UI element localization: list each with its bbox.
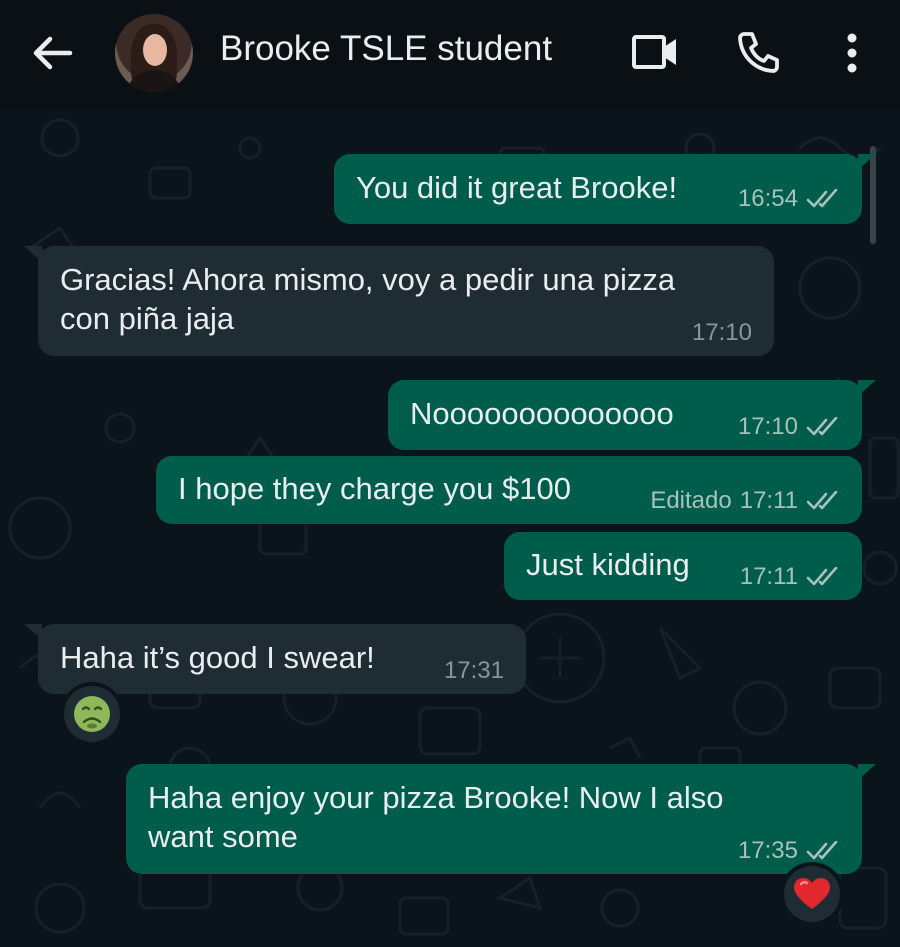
message-text: Haha enjoy your pizza Brooke! Now I also… [148, 780, 724, 854]
message-time: 17:11 [739, 487, 798, 514]
nauseated-face-icon [74, 696, 110, 732]
message-text: I hope they charge you $100 [178, 471, 571, 506]
chat-area[interactable]: You did it great Brooke! 16:54 Gracias! … [0, 108, 900, 947]
contact-name[interactable]: Brooke TSLE student [220, 29, 552, 69]
message-outgoing[interactable]: Haha enjoy your pizza Brooke! Now I also… [126, 764, 876, 874]
message-meta: 17:31 [444, 651, 504, 690]
message-time: 17:31 [443, 657, 504, 684]
red-heart-icon [794, 878, 830, 909]
avatar[interactable] [115, 14, 193, 92]
message-meta: Editado 17:11 [650, 481, 840, 520]
double-check-icon [806, 566, 838, 585]
reaction-badge[interactable] [784, 866, 840, 922]
message-incoming[interactable]: Gracias! Ahora mismo, voy a pedir una pi… [24, 246, 774, 356]
message-time: 17:35 [737, 837, 798, 864]
double-check-icon [806, 840, 838, 859]
message-text: You did it great Brooke! [356, 170, 678, 205]
message-text: Gracias! Ahora mismo, voy a pedir una pi… [60, 262, 676, 336]
message-meta: 17:10 [738, 407, 840, 446]
message-time: 17:11 [739, 563, 798, 590]
edited-label: Editado [650, 487, 732, 514]
double-check-icon [806, 188, 838, 207]
double-check-icon [806, 490, 838, 509]
message-incoming[interactable]: Haha it’s good I swear! 17:31 [24, 624, 526, 694]
chat-header: Brooke TSLE student [0, 0, 900, 108]
phone-icon[interactable] [736, 30, 780, 74]
message-time: 17:10 [737, 413, 798, 440]
video-call-icon[interactable] [632, 34, 678, 70]
message-outgoing[interactable]: I hope they charge you $100 Editado 17:1… [156, 456, 862, 524]
message-time: 17:10 [691, 319, 752, 346]
message-meta: 16:54 [738, 179, 840, 218]
message-outgoing[interactable]: You did it great Brooke! 16:54 [334, 154, 876, 224]
message-outgoing[interactable]: Noooooooooooooo 17:10 [388, 380, 876, 450]
double-check-icon [806, 416, 838, 435]
more-options-icon[interactable] [842, 32, 862, 74]
message-time: 16:54 [737, 185, 798, 212]
message-text: Noooooooooooooo [410, 396, 674, 431]
message-text: Haha it’s good I swear! [60, 640, 375, 675]
message-outgoing[interactable]: Just kidding 17:11 [504, 532, 862, 600]
message-meta: 17:10 [692, 313, 752, 352]
message-meta: 17:35 [738, 831, 840, 870]
reaction-badge[interactable] [64, 686, 120, 742]
back-arrow-icon[interactable] [30, 33, 76, 73]
message-text: Just kidding [526, 547, 690, 582]
message-meta: 17:11 [740, 557, 840, 596]
